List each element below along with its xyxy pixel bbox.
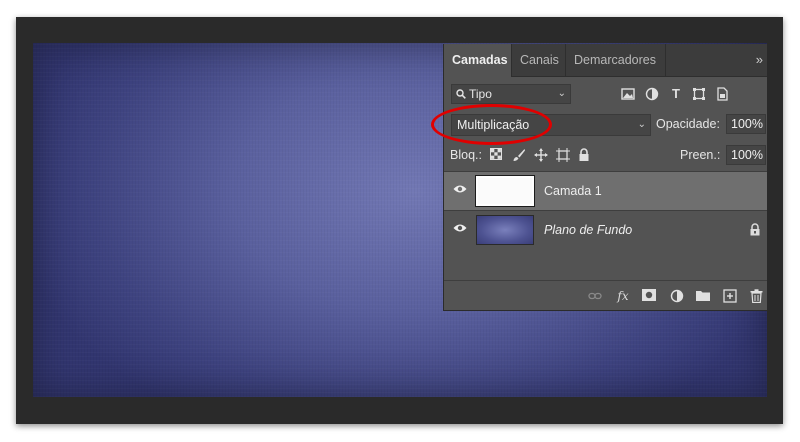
layer-name[interactable]: Plano de Fundo: [544, 223, 632, 237]
blend-mode-value: Multiplicação: [457, 118, 530, 132]
fx-icon[interactable]: fx: [616, 289, 630, 303]
smart-object-filter-icon[interactable]: [715, 87, 729, 101]
link-icon[interactable]: [588, 289, 602, 303]
lock-transparent-icon[interactable]: [490, 148, 504, 162]
tab-camadas[interactable]: Camadas: [444, 44, 512, 77]
panel-collapse-button[interactable]: »: [756, 44, 763, 76]
tab-demarcadores[interactable]: Demarcadores: [566, 44, 666, 76]
lock-artboard-icon[interactable]: [556, 148, 570, 162]
fill-field[interactable]: 100%: [726, 145, 766, 165]
chevron-down-icon: ⌄: [637, 119, 646, 130]
layer-row-camada-1[interactable]: Camada 1: [444, 171, 767, 210]
eye-icon[interactable]: [453, 184, 467, 194]
eye-icon[interactable]: [453, 223, 467, 233]
opacity-label: Opacidade:: [656, 117, 720, 131]
shape-filter-icon[interactable]: [692, 87, 706, 101]
image-filter-icon[interactable]: [621, 87, 635, 101]
opacity-field[interactable]: 100%: [726, 114, 766, 134]
layer-thumbnail: [476, 215, 534, 245]
layer-filter-label: Tipo: [469, 87, 492, 101]
adjustment-filter-icon[interactable]: [645, 87, 659, 101]
lock-position-icon[interactable]: [534, 148, 548, 162]
type-filter-icon[interactable]: T: [669, 87, 683, 101]
chevron-down-icon: ⌄: [557, 88, 566, 99]
lock-icon: [750, 223, 760, 236]
layer-row-plano-de-fundo[interactable]: Plano de Fundo: [444, 210, 767, 249]
layer-name[interactable]: Camada 1: [544, 184, 602, 198]
layer-thumbnail: [475, 175, 535, 207]
panel-tabs: Camadas Canais Demarcadores »: [444, 44, 767, 77]
lock-paint-icon[interactable]: [512, 148, 526, 162]
trash-icon[interactable]: [749, 289, 763, 304]
search-icon: [456, 89, 466, 99]
mask-icon[interactable]: [642, 289, 656, 303]
blend-mode-select[interactable]: Multiplicação ⌄: [451, 114, 651, 136]
new-layer-icon[interactable]: [723, 289, 737, 303]
tab-canais[interactable]: Canais: [512, 44, 566, 76]
lock-all-icon[interactable]: [578, 148, 592, 162]
layers-panel-footer: fx: [444, 280, 767, 311]
lock-label: Bloq.:: [450, 148, 482, 162]
layers-panel: Camadas Canais Demarcadores » Tipo ⌄ T M…: [443, 44, 767, 311]
folder-icon[interactable]: [696, 289, 710, 303]
adjustment-layer-icon[interactable]: [670, 289, 684, 303]
fill-label: Preen.:: [680, 148, 721, 162]
layer-filter-select[interactable]: Tipo ⌄: [451, 84, 571, 104]
